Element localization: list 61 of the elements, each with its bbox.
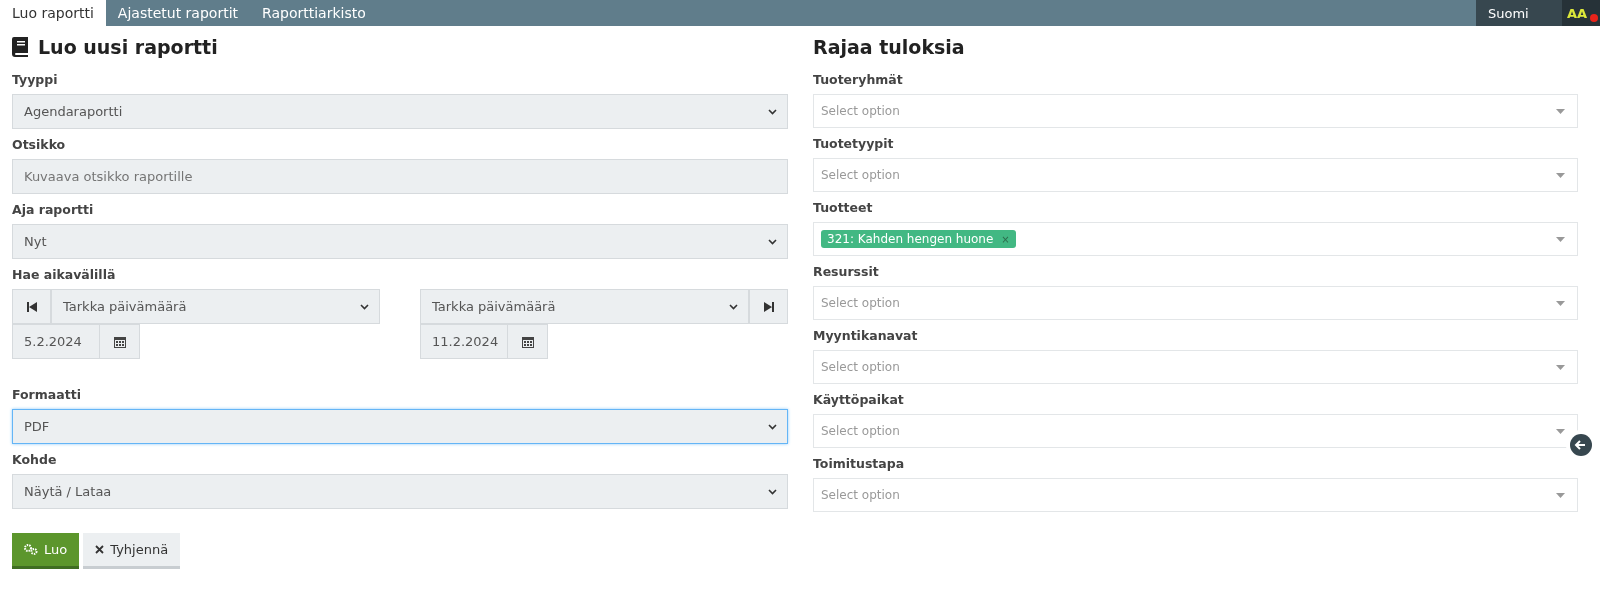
field-label: Otsikko <box>12 137 67 152</box>
select-dropdown[interactable]: Nyt <box>12 224 788 259</box>
close-icon <box>95 545 105 554</box>
field-label: Myyntikanavat <box>813 328 919 343</box>
field-label: Käyttöpaikat <box>813 392 905 407</box>
select-dropdown[interactable]: PDF <box>12 409 788 444</box>
skip-back-button[interactable] <box>12 289 51 324</box>
skip-back-icon <box>26 301 37 312</box>
placeholder-text: Select option <box>821 104 900 118</box>
field-label: Formaatti <box>12 387 82 402</box>
field-label: Hae aikavälillä <box>12 267 117 282</box>
placeholder-text: Select option <box>821 424 900 438</box>
form-title: Luo uusi raportti <box>12 36 788 58</box>
skip-forward-button[interactable] <box>749 289 788 324</box>
field-label: Resurssit <box>813 264 880 279</box>
chevron-down-icon <box>360 303 369 310</box>
chevron-down-icon <box>768 108 777 115</box>
create-button[interactable]: Luo <box>12 533 80 569</box>
caret-down-icon <box>1556 300 1565 306</box>
selected-tag: 321: Kahden hengen huone × <box>821 230 1016 248</box>
date-input[interactable]: 11.2.2024 <box>420 324 548 359</box>
caret-down-icon <box>1556 492 1565 498</box>
tab[interactable]: Raporttiarkisto <box>250 0 378 26</box>
filters-title: Rajaa tuloksia <box>813 36 966 58</box>
caret-down-icon <box>1556 172 1565 178</box>
book-icon <box>12 37 30 57</box>
caret-down-icon <box>1556 364 1565 370</box>
select-dropdown[interactable]: Tarkka päivämäärä <box>51 289 380 324</box>
select-dropdown[interactable]: Agendaraportti <box>12 94 788 129</box>
placeholder-text: Select option <box>821 296 900 310</box>
field-label: Toimitustapa <box>813 456 906 471</box>
field-label: Tuotteet <box>813 200 874 215</box>
tab[interactable]: Ajastetut raportit <box>105 0 250 26</box>
field-label: Kohde <box>12 452 58 467</box>
select-dropdown[interactable]: Tarkka päivämäärä <box>420 289 749 324</box>
placeholder-text: Select option <box>821 360 900 374</box>
chevron-down-icon <box>768 423 777 430</box>
calendar-icon <box>521 335 534 348</box>
calendar-icon <box>113 335 126 348</box>
clear-button[interactable]: Tyhjennä <box>83 533 181 569</box>
language-select[interactable]: Suomi <box>1476 0 1562 26</box>
field-label: Tuoteryhmät <box>813 72 904 87</box>
date-input[interactable]: 5.2.2024 <box>12 324 140 359</box>
text-input[interactable]: Kuvaava otsikko raportille <box>12 159 788 194</box>
caret-down-icon <box>1556 108 1565 114</box>
select-dropdown[interactable]: Näytä / Lataa <box>12 474 788 509</box>
chevron-down-icon <box>768 488 777 495</box>
accessibility-button[interactable]: AA <box>1562 0 1600 26</box>
field-label: Aja raportti <box>12 202 95 217</box>
chevron-down-icon <box>768 238 777 245</box>
caret-down-icon <box>1556 428 1565 434</box>
field-label: Tuotetyypit <box>813 136 895 151</box>
skip-forward-icon <box>763 301 774 312</box>
arrow-left-icon <box>1570 434 1592 456</box>
tab[interactable]: Luo raportti <box>0 0 106 26</box>
caret-down-icon <box>1556 236 1565 242</box>
field-label: Tyyppi <box>12 72 59 87</box>
placeholder-text: Select option <box>821 488 900 502</box>
placeholder-text: Select option <box>821 168 900 182</box>
gears-icon <box>24 544 38 555</box>
chevron-down-icon <box>729 303 738 310</box>
